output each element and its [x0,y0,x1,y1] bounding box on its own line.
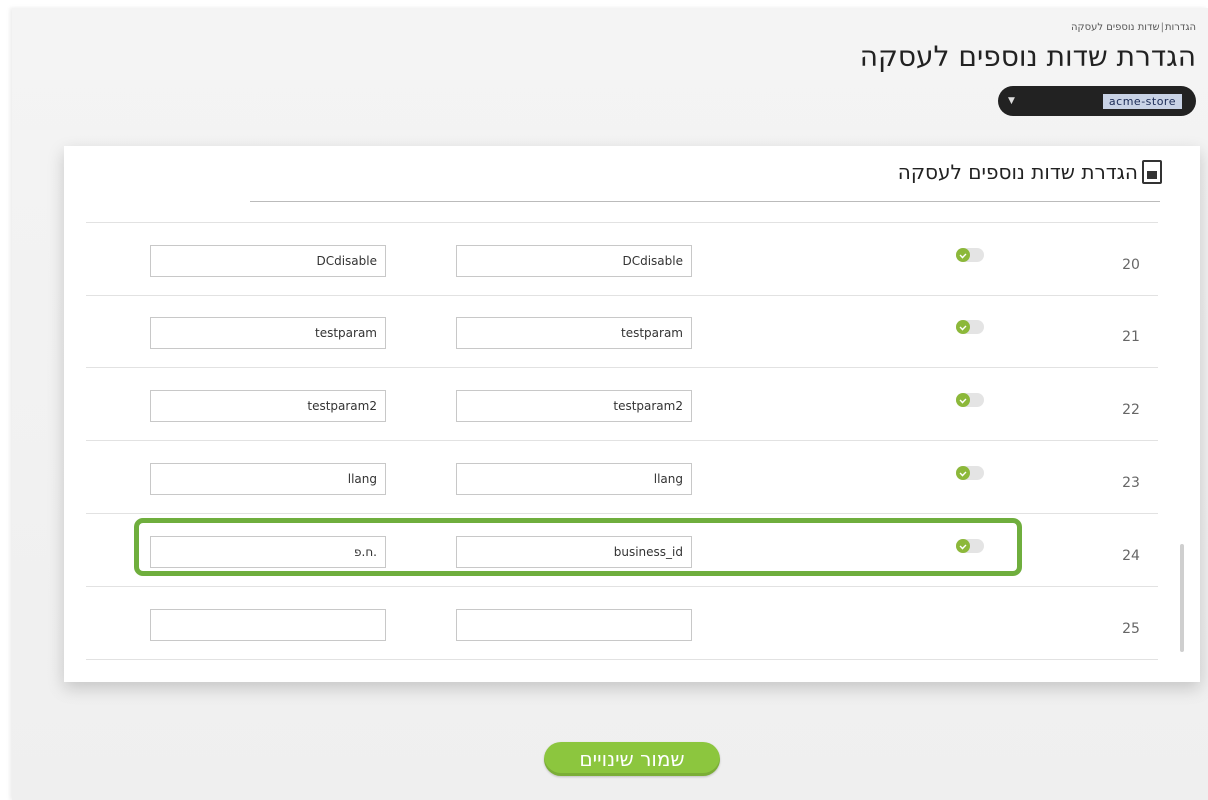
scrollbar-thumb[interactable] [1180,544,1184,652]
field-label-input[interactable] [150,245,386,277]
enabled-toggle[interactable] [956,393,984,407]
save-changes-button[interactable]: שמור שינויים [544,742,720,776]
toggle-knob [956,248,970,262]
field-name-input[interactable] [456,245,692,277]
header-divider [250,201,1160,202]
row-number: 23 [1122,475,1140,491]
breadcrumb: הגדרות | שדות נוספים לעסקה [1071,22,1196,33]
field-row: 22 [86,368,1158,441]
field-row: 23 [86,441,1158,514]
toggle-knob [956,393,970,407]
field-label-input[interactable] [150,390,386,422]
breadcrumb-separator: | [1160,22,1164,33]
field-label-input[interactable] [150,609,386,641]
field-label-input[interactable] [150,317,386,349]
field-name-input[interactable] [456,609,692,641]
row-number: 25 [1122,621,1140,637]
field-name-input[interactable] [456,463,692,495]
toggle-knob [956,320,970,334]
enabled-toggle[interactable] [956,248,984,262]
document-icon [1142,160,1162,184]
row-number: 21 [1122,329,1140,345]
page-title: הגדרת שדות נוספים לעסקה [859,40,1196,73]
enabled-toggle[interactable] [956,320,984,334]
account-select-value: acme-store [1102,93,1182,109]
breadcrumb-current: שדות נוספים לעסקה [1070,22,1160,33]
row-number: 24 [1122,548,1140,564]
field-label-input[interactable] [150,463,386,495]
field-row: 20 [86,222,1158,296]
row-number: 20 [1122,257,1140,273]
enabled-toggle[interactable] [956,466,984,480]
field-row: 21 [86,295,1158,368]
field-name-input[interactable] [456,390,692,422]
card-header: הגדרת שדות נוספים לעסקה [898,160,1162,184]
field-name-input[interactable] [456,317,692,349]
field-name-input[interactable] [456,536,692,568]
card-title: הגדרת שדות נוספים לעסקה [897,160,1138,184]
toggle-knob [956,539,970,553]
breadcrumb-parent[interactable]: הגדרות [1165,22,1196,33]
fields-card: הגדרת שדות נוספים לעסקה 20 21 22 23 24 2… [64,146,1200,682]
field-row: 25 [86,587,1158,660]
field-label-input[interactable] [150,536,386,568]
chevron-down-icon: ▼ [1008,96,1015,106]
account-select[interactable]: ▼ acme-store [998,86,1196,116]
field-row: 24 [86,514,1158,587]
enabled-toggle[interactable] [956,539,984,553]
row-number: 22 [1122,402,1140,418]
toggle-knob [956,466,970,480]
